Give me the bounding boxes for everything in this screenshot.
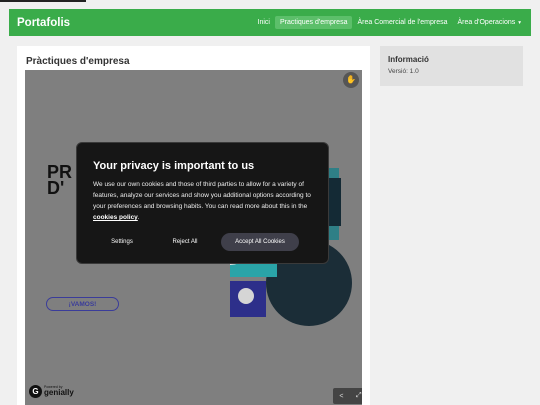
cookie-settings-button[interactable]: Settings [107,233,137,251]
nav-item-inici[interactable]: Inici [253,16,275,29]
reject-all-button[interactable]: Reject All [169,233,201,251]
cookie-dialog-title: Your privacy is important to us [93,160,255,172]
info-panel: Informació Versió: 1.0 [380,46,523,86]
hand-icon: ✋ [346,75,356,84]
accept-all-cookies-button[interactable]: Accept All Cookies [221,233,299,251]
powered-text: Powered by genially [44,385,74,398]
genially-embed[interactable]: ✋ PR D' ¡VAMOS! G Powered by genially < … [25,70,362,405]
cookie-dialog-text: We use our own cookies and those of thir… [93,181,311,210]
info-panel-title: Informació [388,55,429,64]
cookie-dialog-text-end: . [137,214,140,221]
chevron-down-icon: ▾ [518,20,521,26]
main-card: Pràctiques d'empresa ✋ PR D' ¡VAMOS! G P… [17,46,370,405]
nav-item-area-operacions[interactable]: Àrea d'Operacions ▾ [453,16,526,29]
embed-background-title: PR D' [47,163,72,198]
nav-item-area-operacions-label: Àrea d'Operacions [457,19,516,26]
cookies-policy-link[interactable]: cookies policy [93,214,138,221]
genially-brand-label: genially [44,388,74,398]
cookie-dialog-body: We use our own cookies and those of thir… [93,179,318,223]
navbar: Portafolis Inici Practiques d'empresa Àr… [9,9,531,36]
share-icon[interactable]: < [339,393,343,400]
brand-title[interactable]: Portafolis [17,17,70,29]
fullscreen-icon[interactable]: ⤢ [356,392,362,400]
nav-item-area-comercial[interactable]: Àrea Comercial de l'empresa [352,16,452,29]
embed-bg-line-2: D' [47,178,65,198]
genially-logo-icon: G [29,385,42,398]
embed-toolbar: < ⤢ [333,388,362,404]
genially-branding[interactable]: G Powered by genially [29,385,74,398]
cookie-consent-dialog: Your privacy is important to us We use o… [76,142,329,264]
decorative-grey-dot [238,288,254,304]
nav-menu: Inici Practiques d'empresa Àrea Comercia… [253,16,526,29]
top-edge-line [0,0,86,2]
version-label: Versió: 1.0 [388,68,419,75]
vamos-button[interactable]: ¡VAMOS! [46,297,119,311]
page-title: Pràctiques d'empresa [26,56,130,67]
nav-item-practiques[interactable]: Practiques d'empresa [274,16,353,29]
accessibility-button[interactable]: ✋ [343,72,359,88]
